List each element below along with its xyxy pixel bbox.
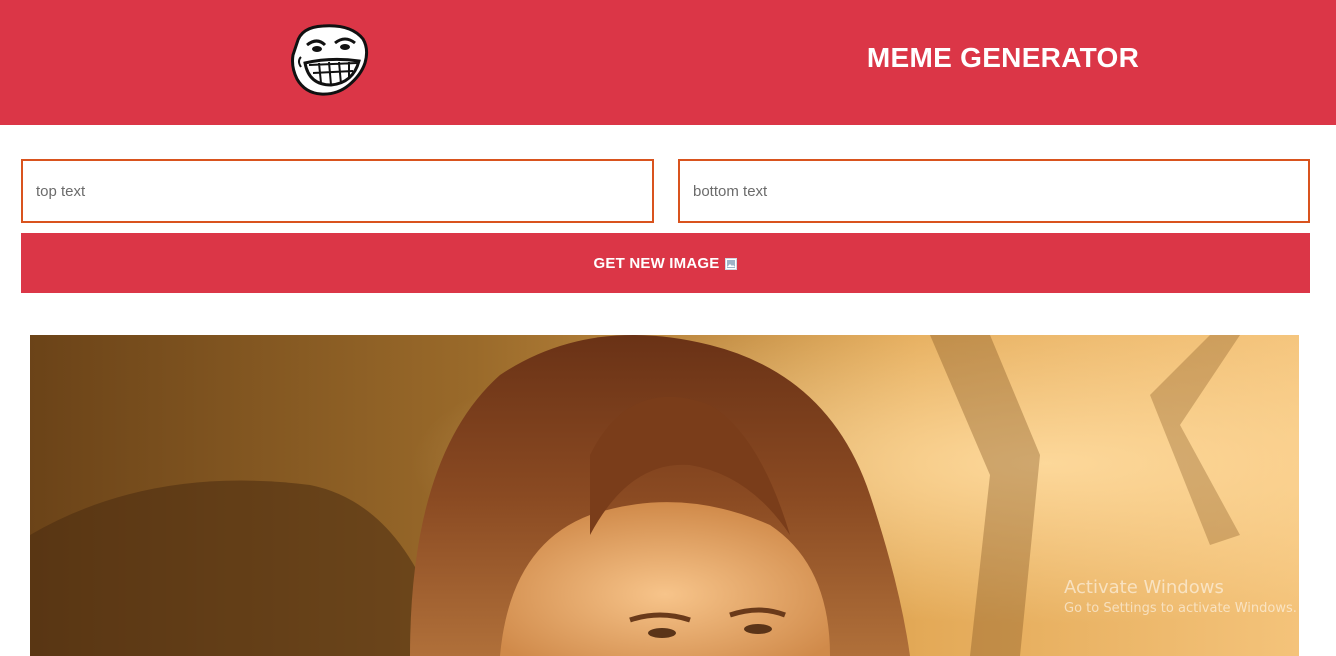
image-icon <box>725 257 738 270</box>
watermark-title: Activate Windows <box>1064 577 1224 598</box>
bottom-text-input[interactable] <box>678 159 1310 223</box>
app-header: MEME GENERATOR <box>0 0 1336 125</box>
get-new-image-button[interactable]: GET NEW IMAGE <box>21 233 1310 293</box>
get-new-image-label: GET NEW IMAGE <box>593 254 720 272</box>
activate-windows-watermark: Activate Windows Go to Settings to activ… <box>1064 576 1297 618</box>
top-text-input[interactable] <box>21 159 654 223</box>
watermark-subtitle: Go to Settings to activate Windows. <box>1064 601 1297 616</box>
troll-face-icon <box>287 23 369 97</box>
page-title: MEME GENERATOR <box>866 42 1140 73</box>
